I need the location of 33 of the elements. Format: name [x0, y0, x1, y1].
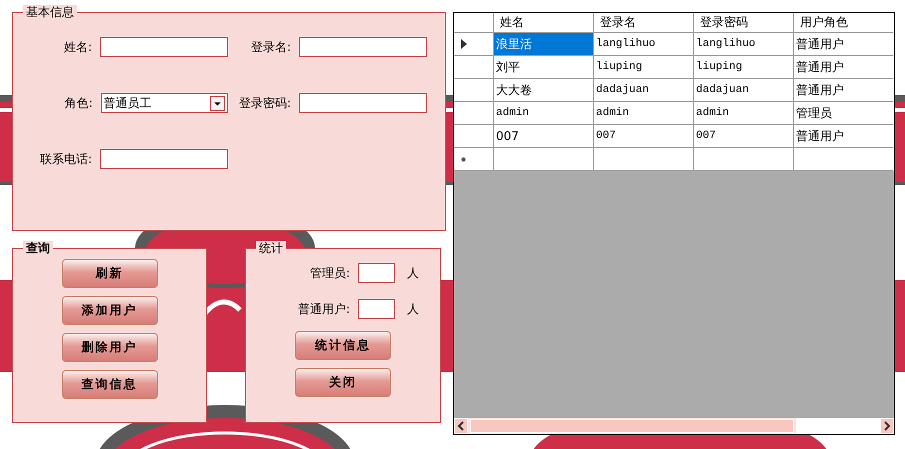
group-title: 基本信息	[23, 5, 77, 19]
action-button[interactable]: 刷新	[62, 259, 158, 288]
input-field[interactable]	[299, 93, 427, 113]
input-field[interactable]	[100, 37, 228, 57]
horizontal-scrollbar[interactable]	[454, 418, 894, 434]
group-title: 统计	[256, 241, 286, 255]
new-row-icon	[461, 156, 466, 162]
action-button[interactable]: 关闭	[295, 368, 391, 397]
table-cell: 浪里活	[494, 33, 594, 56]
group-title: 查询	[23, 241, 53, 255]
unit-label: 人	[407, 264, 419, 282]
field-label: 登录名:	[250, 38, 292, 56]
input-field[interactable]	[100, 149, 228, 169]
action-button[interactable]: 添加用户	[62, 296, 158, 325]
field-label: 登录密码:	[238, 94, 292, 112]
field-label: 管理员:	[308, 264, 351, 282]
field-label: 联系电话:	[38, 150, 93, 168]
action-button[interactable]: 删除用户	[62, 333, 158, 362]
current-row-icon	[461, 39, 467, 49]
input-field[interactable]	[299, 37, 427, 57]
field-label: 姓名:	[62, 38, 93, 56]
action-button[interactable]: 查询信息	[62, 370, 158, 399]
field-label: 普通用户:	[296, 300, 351, 318]
caret-icon	[210, 96, 225, 110]
field-label: 角色:	[64, 94, 94, 112]
role-dropdown[interactable]: 普通员工	[100, 93, 228, 113]
scroll-right-icon	[880, 418, 894, 434]
action-button[interactable]: 统计信息	[295, 331, 391, 360]
count-field[interactable]	[358, 263, 395, 283]
count-field[interactable]	[358, 299, 395, 319]
scroll-left-icon	[454, 418, 468, 434]
unit-label: 人	[407, 300, 419, 318]
scroll-thumb[interactable]	[470, 419, 794, 433]
